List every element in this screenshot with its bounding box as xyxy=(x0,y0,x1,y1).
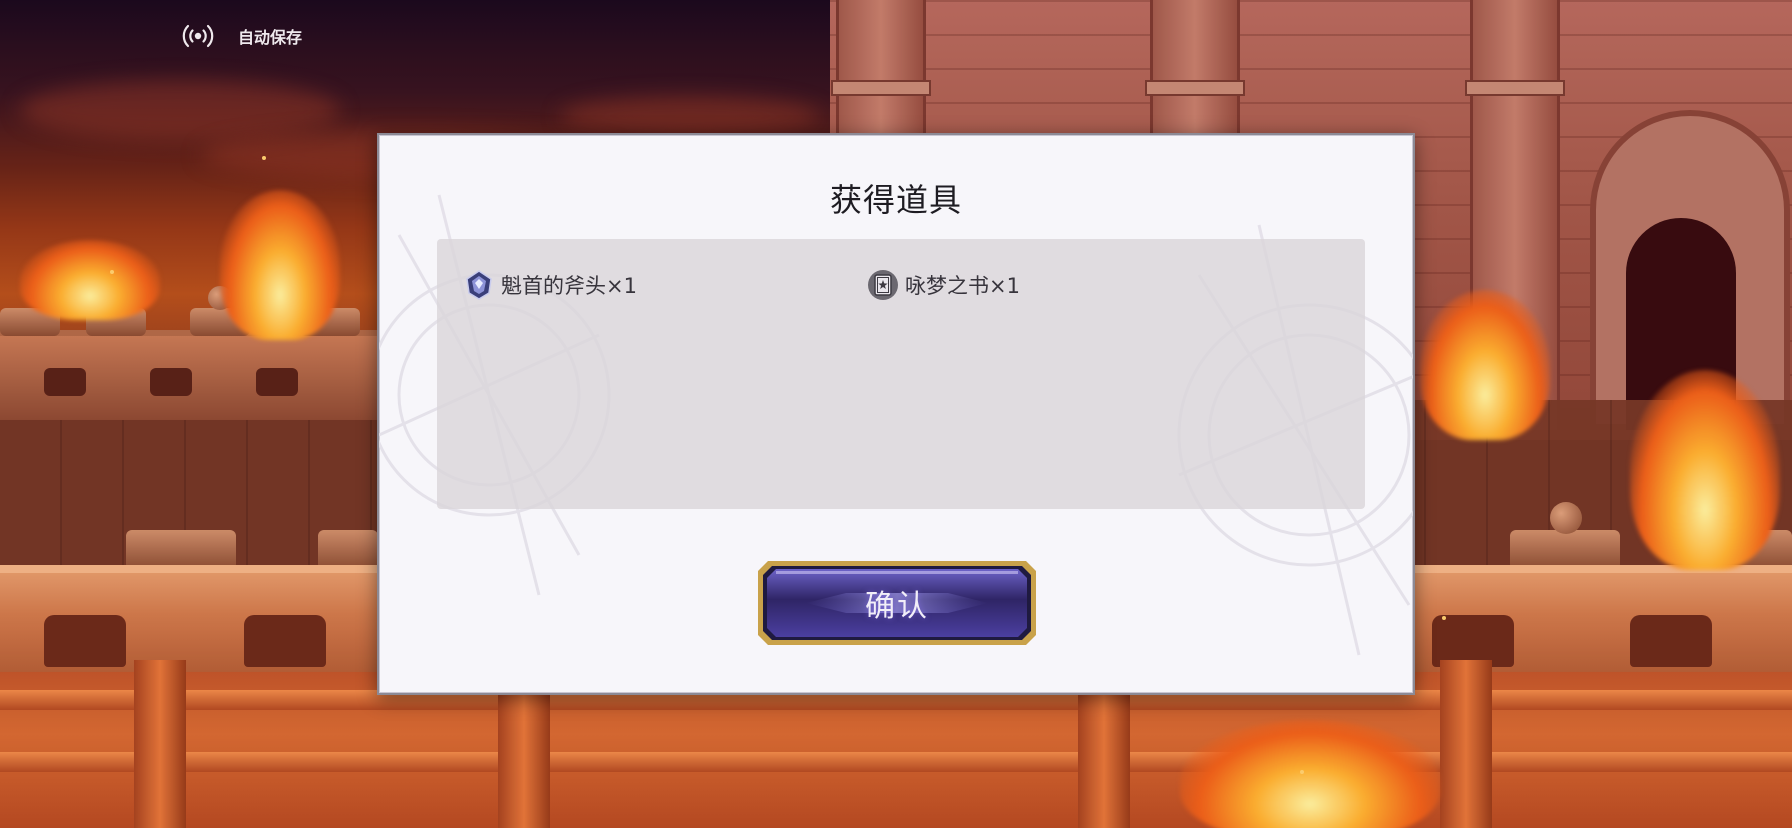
reward-item[interactable]: 魁首的斧头×1 xyxy=(463,267,637,303)
rewards-panel: 魁首的斧头×1 咏梦之书×1 xyxy=(437,239,1365,509)
reward-item[interactable]: 咏梦之书×1 xyxy=(867,267,1020,303)
confirm-button-label: 确认 xyxy=(865,589,929,624)
item-obtained-dialog: 获得道具 魁首的斧头×1 咏梦之书×1 确认 xyxy=(377,133,1415,695)
reward-item-name: 咏梦之书×1 xyxy=(905,274,1020,298)
dialog-title: 获得道具 xyxy=(829,181,962,219)
confirm-button[interactable]: 确认 xyxy=(754,557,1040,649)
reward-item-name: 魁首的斧头×1 xyxy=(501,274,637,298)
axe-head-crystal-icon xyxy=(466,270,492,300)
dream-book-icon xyxy=(868,270,898,300)
